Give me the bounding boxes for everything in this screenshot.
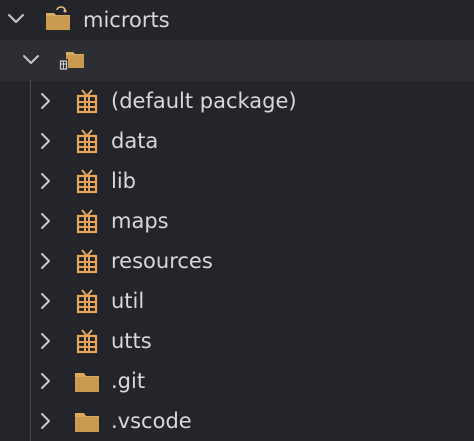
- tree-row-utts[interactable]: utts: [0, 321, 474, 361]
- tree-item-label: microrts: [83, 8, 170, 32]
- tree-row-source-folder[interactable]: [0, 40, 474, 81]
- tree-row-util[interactable]: util: [0, 281, 474, 321]
- chevron-right-icon[interactable]: [36, 211, 56, 231]
- tree-item-label: .vscode: [111, 409, 192, 433]
- package-icon: [76, 249, 98, 274]
- chevron-right-icon[interactable]: [36, 251, 56, 271]
- explorer-tree: microrts (default package) data lib maps…: [0, 0, 474, 441]
- tree-row-maps[interactable]: maps: [0, 201, 474, 241]
- source-folder-icon: [59, 52, 84, 70]
- tree-row-lib[interactable]: lib: [0, 161, 474, 201]
- folder-git-icon: [46, 6, 70, 30]
- chevron-right-icon[interactable]: [36, 371, 56, 391]
- tree-row-resources[interactable]: resources: [0, 241, 474, 281]
- package-icon: [76, 289, 98, 314]
- folder-icon: [75, 373, 99, 392]
- tree-item-label: lib: [111, 169, 136, 193]
- folder-icon: [75, 413, 99, 432]
- tree-row-vscode[interactable]: .vscode: [0, 401, 474, 441]
- tree-item-label: utts: [111, 329, 152, 353]
- chevron-right-icon[interactable]: [36, 91, 56, 111]
- chevron-right-icon[interactable]: [36, 411, 56, 431]
- tree-item-label: maps: [111, 209, 169, 233]
- tree-row-data[interactable]: data: [0, 121, 474, 161]
- chevron-right-icon[interactable]: [36, 131, 56, 151]
- package-icon: [76, 129, 98, 154]
- tree-item-label: (default package): [111, 89, 297, 113]
- tree-row-microrts[interactable]: microrts: [0, 0, 474, 40]
- package-icon: [76, 89, 98, 114]
- chevron-right-icon[interactable]: [36, 291, 56, 311]
- package-icon: [76, 169, 98, 194]
- chevron-right-icon[interactable]: [36, 331, 56, 351]
- package-icon: [76, 329, 98, 354]
- package-icon: [76, 209, 98, 234]
- tree-row-default-package[interactable]: (default package): [0, 81, 474, 121]
- chevron-right-icon[interactable]: [36, 171, 56, 191]
- tree-item-label: data: [111, 129, 159, 153]
- tree-item-label: resources: [111, 249, 213, 273]
- tree-item-label: .git: [111, 369, 146, 393]
- chevron-down-icon[interactable]: [21, 50, 41, 70]
- tree-item-label: util: [111, 289, 145, 313]
- tree-row-git[interactable]: .git: [0, 361, 474, 401]
- chevron-down-icon[interactable]: [6, 9, 26, 29]
